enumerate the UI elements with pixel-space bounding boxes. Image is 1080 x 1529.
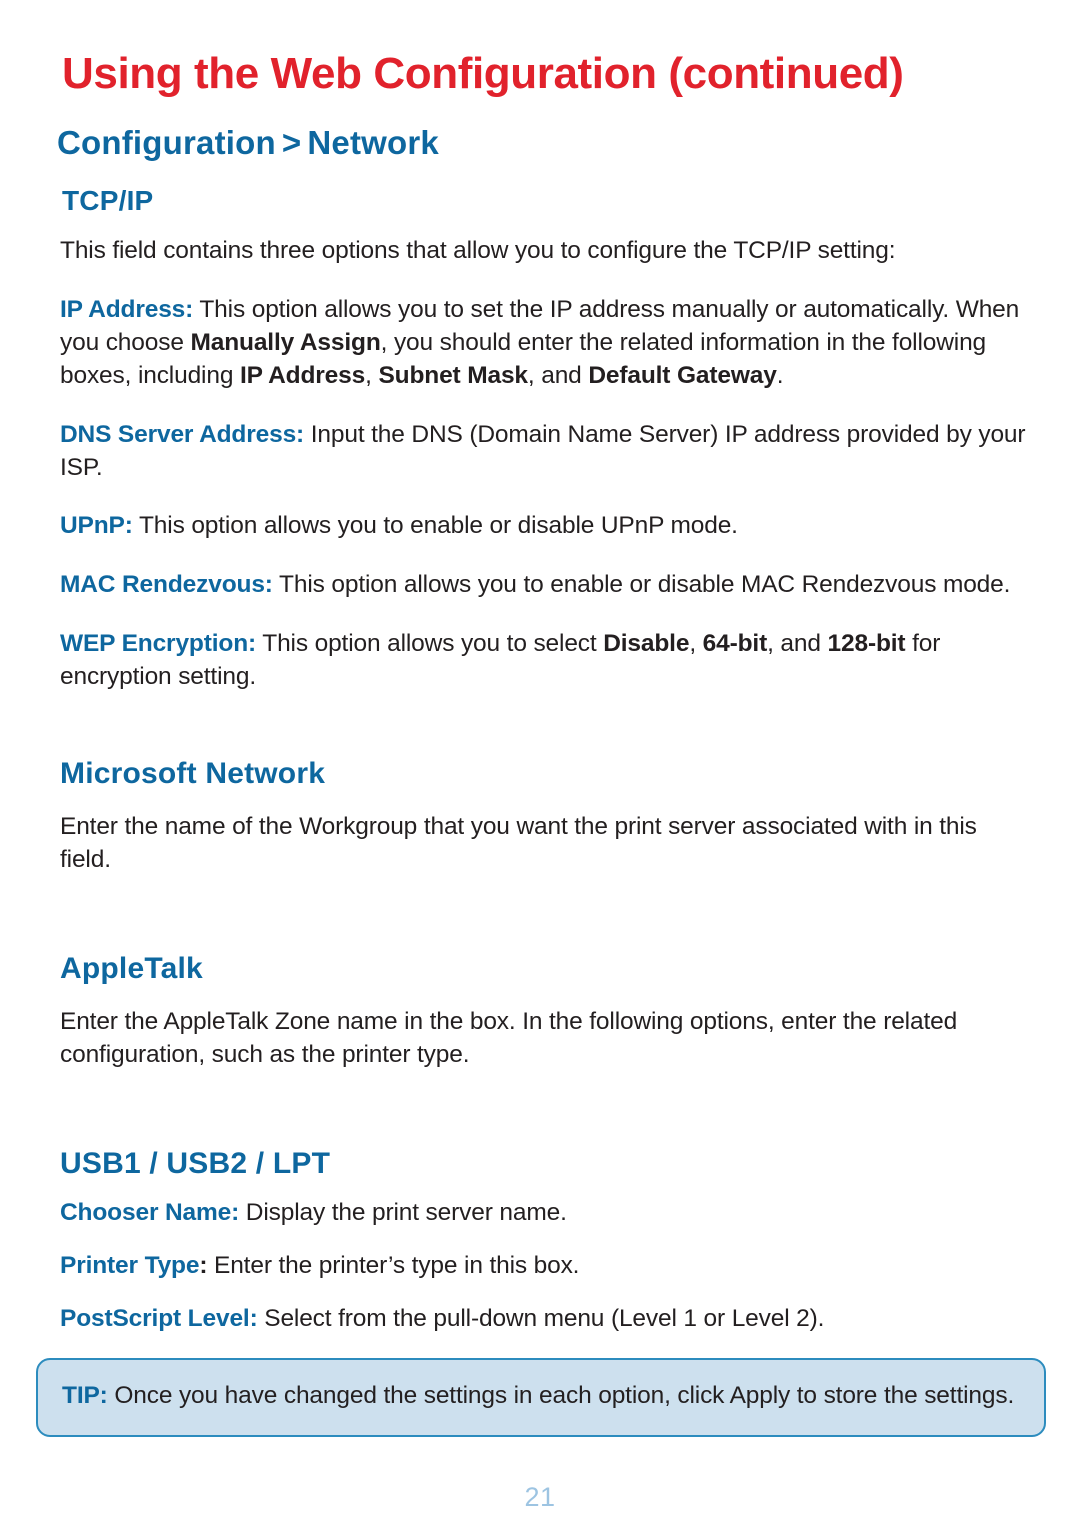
tip-text: Once you have changed the settings in ea… [107,1382,1015,1409]
item-bold-disable: Disable [603,630,690,658]
section-heading-usb-lpt: USB1 / USB2 / LPT [60,1146,331,1180]
item-label-upnp: UPnP: [60,512,133,540]
item-bold-128-bit: 128-bit [827,630,906,658]
manual-page: Using the Web Configuration (continued) … [0,0,1080,1529]
usb-item-postscript-level: PostScript Level: Select from the pull-d… [60,1303,1028,1336]
page-number: 21 [524,1482,556,1512]
item-bold-manually-assign: Manually Assign [190,329,381,357]
section-heading-appletalk: AppleTalk [60,951,203,985]
item-label-wep-encryption: WEP Encryption: [60,630,257,658]
item-bold-ip-address: IP Address [239,361,366,389]
breadcrumb-leaf: Network [307,124,439,161]
usb-item-printer-type: Printer Type: Enter the printer’s type i… [60,1250,1028,1283]
tcpip-item-dns-server-address: DNS Server Address: Input the DNS (Domai… [60,419,1028,485]
item-text: This option allows you to enable or disa… [272,571,1011,599]
item-text: This option allows you to enable or disa… [132,512,738,540]
item-label-mac-rendezvous: MAC Rendezvous: [60,571,273,599]
item-text: Select from the pull-down menu (Level 1 … [257,1305,825,1333]
item-label-chooser-name: Chooser Name: [60,1199,240,1227]
tcpip-item-ip-address: IP Address: This option allows you to se… [60,294,1028,392]
item-text: , and [527,361,589,389]
tip-label: TIP: [62,1382,108,1409]
item-text: , [689,630,703,658]
page-title: Using the Web Configuration (continued) [62,49,904,98]
item-text: , [365,361,379,389]
item-label-postscript-level: PostScript Level: [60,1305,258,1333]
item-bold-64-bit: 64-bit [702,630,768,658]
tip-callout-box: TIP: Once you have changed the settings … [36,1358,1046,1437]
tcpip-item-mac-rendezvous: MAC Rendezvous: This option allows you t… [60,569,1028,602]
breadcrumb: Configuration > Network [57,124,439,162]
tip-paragraph: TIP: Once you have changed the settings … [62,1380,1020,1413]
microsoft-network-paragraph: Enter the name of the Workgroup that you… [60,813,977,873]
item-label-ip-address: IP Address: [60,296,194,324]
tcpip-item-upnp: UPnP: This option allows you to enable o… [60,510,1028,543]
breadcrumb-root: Configuration [57,124,276,161]
item-text: , and [767,630,828,658]
item-text: . [776,361,784,389]
item-label-printer-type: Printer Type [60,1252,200,1280]
appletalk-paragraph: Enter the AppleTalk Zone name in the box… [60,1008,958,1069]
item-text: Enter the printer’s type in this box. [207,1252,580,1280]
usb-item-chooser-name: Chooser Name: Display the print server n… [60,1197,1028,1230]
tcpip-intro-paragraph: This field contains three options that a… [60,237,896,265]
section-heading-microsoft-network: Microsoft Network [60,756,326,790]
item-text: This option allows you to select [256,630,604,658]
tcpip-item-wep-encryption: WEP Encryption: This option allows you t… [60,628,1028,694]
section-heading-tcpip: TCP/IP [62,185,154,216]
item-label-dns-server-address: DNS Server Address: [60,420,305,448]
item-bold-subnet-mask: Subnet Mask [378,361,528,389]
item-text: Display the print server name. [239,1199,567,1227]
breadcrumb-separator: > [281,124,302,161]
page-content: TCP/IP This field contains three options… [60,186,1028,1389]
item-bold-default-gateway: Default Gateway [588,361,777,389]
